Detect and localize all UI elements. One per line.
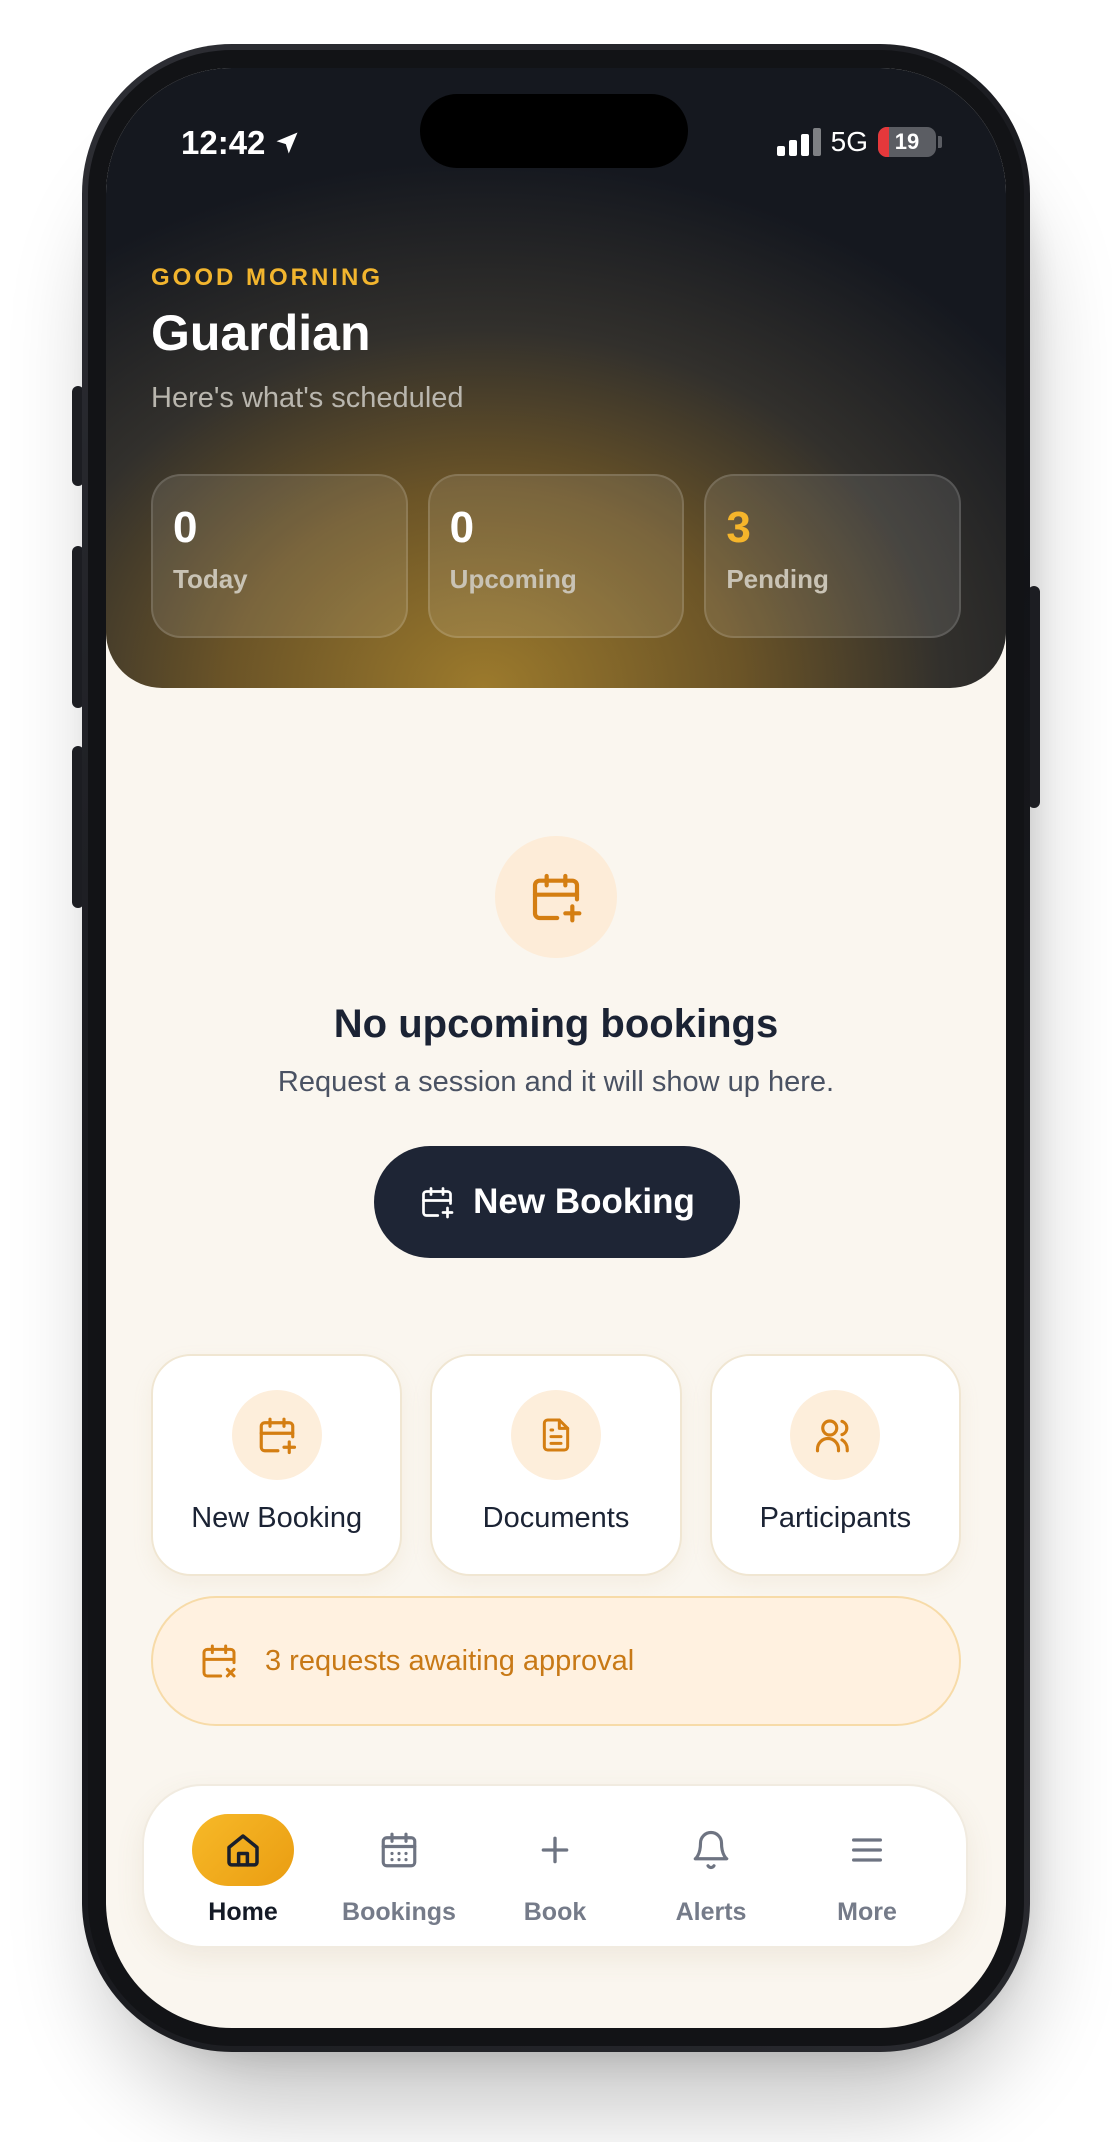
bottom-tab-bar: Home Bookings Book Alerts More [142, 1784, 968, 1948]
tab-book[interactable]: Book [498, 1786, 612, 1946]
tab-label: Home [208, 1898, 278, 1926]
quick-action-documents[interactable]: Documents [430, 1354, 682, 1576]
quick-action-new-booking[interactable]: New Booking [151, 1354, 403, 1576]
battery-icon: 19 [878, 127, 936, 157]
quick-action-icon-badge [510, 1390, 601, 1480]
status-indicators: 5G 19 [776, 126, 942, 158]
tab-label: More [837, 1898, 897, 1926]
header-panel: 12:42 5G 19 GOOD MORNING Guardian Here's… [106, 68, 1006, 688]
new-booking-button[interactable]: New Booking [374, 1146, 740, 1258]
new-booking-button-label: New Booking [473, 1182, 695, 1221]
empty-state-title: No upcoming bookings [333, 1002, 779, 1046]
battery-percent: 19 [894, 129, 920, 154]
network-type: 5G [830, 126, 868, 157]
tab-alerts-pill [660, 1814, 762, 1886]
dynamic-island [420, 94, 688, 168]
tab-alerts[interactable]: Alerts [654, 1786, 768, 1946]
tab-label: Alerts [675, 1898, 747, 1926]
phone-frame: 12:42 5G 19 GOOD MORNING Guardian Here's… [82, 44, 1030, 2052]
plus-icon [541, 1836, 569, 1864]
app-screen: 12:42 5G 19 GOOD MORNING Guardian Here's… [106, 68, 1006, 2028]
quick-action-participants[interactable]: Participants [709, 1354, 961, 1576]
user-name: Guardian [151, 305, 371, 361]
tab-more[interactable]: More [810, 1786, 924, 1946]
tab-home[interactable]: Home [186, 1786, 300, 1946]
tab-label: Bookings [342, 1898, 456, 1926]
stat-card-upcoming[interactable]: 0 Upcoming [427, 474, 685, 638]
quick-action-icon-badge [231, 1390, 322, 1480]
quick-actions: New Booking Documents Participants [151, 1354, 961, 1576]
empty-state-icon-badge [495, 836, 617, 958]
stats-row: 0 Today 0 Upcoming 3 Pending [151, 474, 962, 638]
stat-label: Today [173, 564, 248, 594]
stat-value: 3 [726, 503, 751, 552]
users-icon [816, 1419, 850, 1453]
status-time: 12:42 [181, 124, 301, 162]
quick-action-icon-badge [790, 1390, 881, 1480]
tab-bookings-pill [348, 1814, 450, 1886]
stat-label: Pending [726, 564, 829, 594]
home-icon [227, 1834, 259, 1867]
empty-state-subtitle: Request a session and it will show up he… [277, 1066, 835, 1098]
stat-card-today[interactable]: 0 Today [151, 474, 408, 638]
calendar-plus-icon [532, 873, 582, 923]
header-subtitle: Here's what's scheduled [151, 382, 464, 414]
cellular-signal-icon [776, 128, 821, 156]
stat-card-pending[interactable]: 3 Pending [704, 474, 962, 638]
greeting-label: GOOD MORNING [151, 264, 383, 291]
phone-bezel: 12:42 5G 19 GOOD MORNING Guardian Here's… [88, 50, 1024, 2046]
calendar-plus-icon [259, 1417, 296, 1455]
quick-action-label: Documents [482, 1502, 630, 1534]
tab-home-pill [192, 1814, 294, 1886]
status-time-text: 12:42 [181, 124, 266, 161]
bell-icon [693, 1831, 729, 1870]
stat-value: 0 [173, 503, 198, 552]
tab-more-pill [816, 1814, 918, 1886]
document-icon [542, 1418, 570, 1452]
menu-icon [852, 1838, 882, 1862]
location-arrow-icon [276, 132, 298, 154]
tab-label: Book [523, 1898, 587, 1926]
battery-cap [938, 136, 942, 148]
quick-action-label: Participants [759, 1502, 912, 1534]
tab-bookings[interactable]: Bookings [342, 1786, 456, 1946]
calendar-icon [381, 1832, 417, 1868]
pending-requests-text: 3 requests awaiting approval [265, 1644, 635, 1677]
quick-action-label: New Booking [191, 1502, 363, 1534]
battery-fill [878, 127, 890, 157]
calendar-plus-icon [422, 1187, 454, 1219]
pending-requests-banner[interactable]: 3 requests awaiting approval [151, 1596, 961, 1726]
tab-book-pill [504, 1814, 606, 1886]
stat-value: 0 [449, 503, 475, 552]
calendar-x-icon [202, 1644, 236, 1678]
stat-label: Upcoming [449, 564, 577, 594]
